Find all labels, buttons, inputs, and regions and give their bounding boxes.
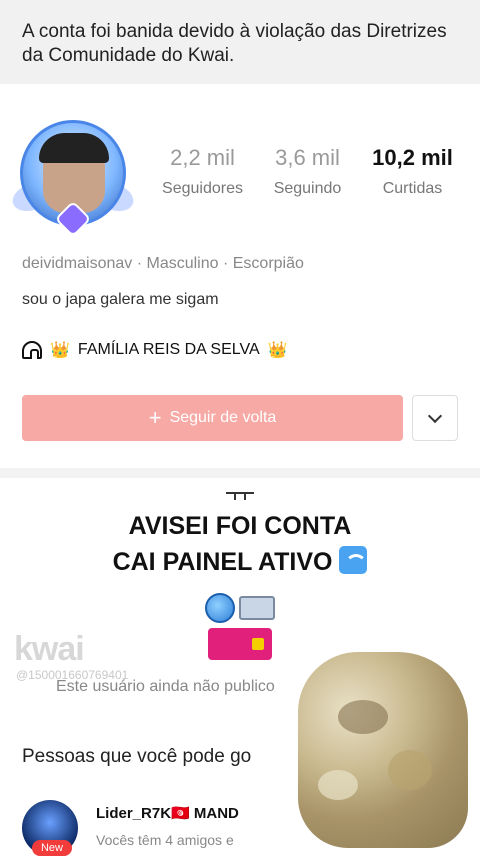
stat-likes-label: Curtidas — [382, 180, 443, 197]
follow-back-label: Seguir de volta — [169, 409, 277, 426]
plus-icon: + — [148, 405, 162, 430]
camouflage-hat-overlay — [258, 640, 480, 856]
stat-likes[interactable]: 10,2 mil Curtidas — [360, 144, 465, 198]
grid-tab-icon[interactable] — [226, 492, 254, 500]
caption-emoji-row — [0, 590, 480, 623]
community-house-icon — [22, 341, 42, 359]
wifi-icon — [339, 546, 368, 574]
suggested-person-name[interactable]: Lider_R7K🇹🇳 MAND — [96, 804, 239, 822]
stat-likes-value: 10,2 mil — [372, 145, 453, 170]
laptop-icon — [239, 595, 275, 620]
kwai-watermark: kwai — [14, 630, 85, 668]
empty-posts-note: Este usuário ainda não publico — [56, 678, 275, 695]
suggested-person[interactable]: New Lider_R7K🇹🇳 MAND Vocês têm 4 amigos … — [22, 800, 282, 856]
follow-back-button[interactable]: + Seguir de volta — [22, 395, 403, 441]
more-options-button[interactable] — [412, 395, 458, 441]
ban-notice-banner: A conta foi banida devido à violação das… — [0, 0, 480, 84]
camo-spot — [388, 750, 432, 790]
stat-followers-label: Seguidores — [162, 180, 243, 197]
camo-spot — [338, 700, 388, 734]
stat-followers-value: 2,2 mil — [170, 145, 235, 170]
community-link[interactable]: 👑 FAMÍLIA REIS DA SELVA 👑 — [22, 340, 288, 360]
chevron-down-icon — [427, 408, 443, 424]
stat-following[interactable]: 3,6 mil Seguindo — [255, 144, 360, 198]
caption-line-1: AVISEI FOI CONTA — [128, 512, 352, 540]
stat-following-value: 3,6 mil — [275, 145, 340, 170]
caption-line-2: CAI PAINEL ATIVO — [0, 544, 480, 580]
video-caption-overlay: AVISEI FOI CONTA CAI PAINEL ATIVO — [0, 508, 480, 580]
profile-header: 2,2 mil Seguidores 3,6 mil Seguindo 10,2… — [0, 84, 480, 468]
profile-avatar[interactable] — [8, 114, 138, 238]
stat-followers[interactable]: 2,2 mil Seguidores — [150, 144, 255, 198]
section-divider — [0, 468, 480, 478]
profile-meta: deividmaisonav · Masculino · Escorpião — [22, 255, 304, 272]
stat-following-label: Seguindo — [273, 180, 342, 197]
new-badge: New — [32, 840, 72, 856]
camo-spot — [318, 770, 358, 800]
profile-bio: sou o japa galera me sigam — [22, 291, 219, 308]
profile-stats: 2,2 mil Seguidores 3,6 mil Seguindo 10,2… — [150, 144, 470, 198]
camouflage-hat-image — [298, 652, 468, 848]
suggested-person-subtitle: Vocês têm 4 amigos e — [96, 832, 234, 848]
suggested-people-title: Pessoas que você pode go — [22, 746, 252, 767]
globe-icon — [205, 592, 235, 623]
crown-right: 👑 — [267, 342, 288, 359]
ban-notice-text: A conta foi banida devido à violação das… — [22, 21, 447, 66]
crown-left: 👑 — [50, 342, 70, 359]
avatar-cap — [39, 133, 109, 163]
community-name: FAMÍLIA REIS DA SELVA — [77, 341, 260, 358]
